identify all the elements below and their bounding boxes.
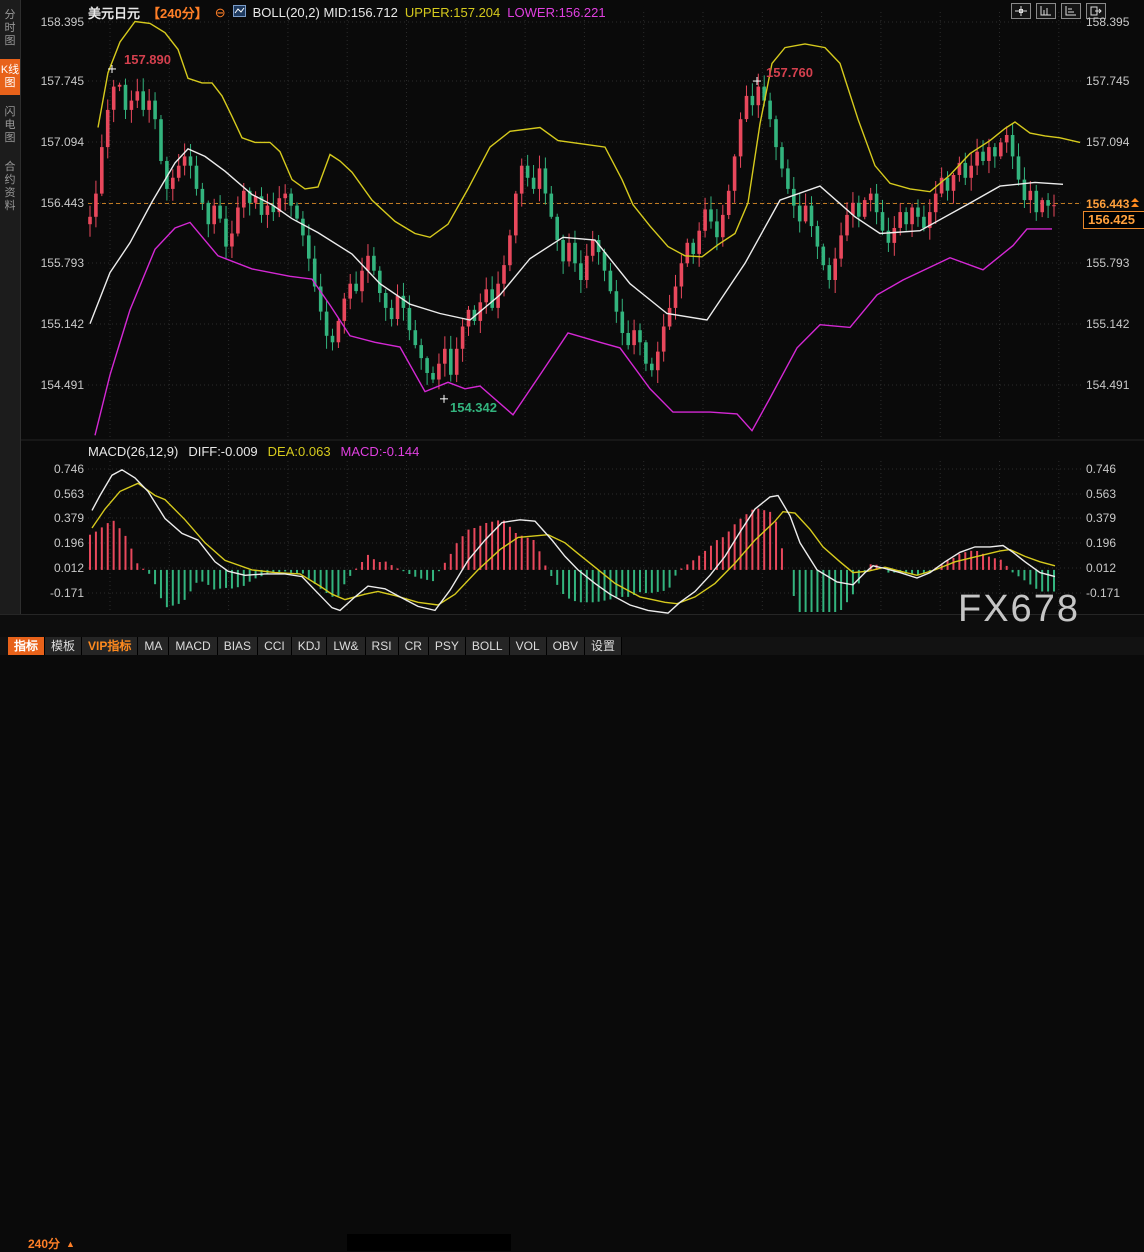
svg-text:157.760: 157.760 [766,65,813,80]
macd-axis-label-right: 0.379 [1086,512,1116,524]
toolbar-item-CR[interactable]: CR [399,637,429,655]
sidebar-item-3[interactable]: 合约资料 [0,156,20,218]
toolbar-item-MACD[interactable]: MACD [169,637,217,655]
sidebar-item-1[interactable]: K线图 [0,59,20,95]
period-badge[interactable]: 【240分】 [147,3,208,22]
price-axis-label-right: 154.491 [1086,379,1129,391]
zoom-out-axis-icon[interactable] [1061,3,1081,19]
macd-axis-label-left: 0.563 [24,488,84,500]
price-axis-label-left: 155.142 [24,318,84,330]
price-axis-label-left: 157.745 [24,75,84,87]
macd-diff-value: DIFF:-0.009 [188,444,257,459]
redacted-box [347,1234,511,1251]
toolbar-item-VOL[interactable]: VOL [510,637,547,655]
collapse-circle-icon[interactable]: ⊖ [215,6,226,19]
price-axis-label-left: 158.395 [24,16,84,28]
toolbar-item-BOLL[interactable]: BOLL [466,637,510,655]
chart-canvas: 157.890 157.760 154.342 [0,0,1144,614]
svg-text:154.342: 154.342 [450,400,497,415]
price-axis-label-left: 155.793 [24,257,84,269]
price-axis-label-right: 155.142 [1086,318,1129,330]
macd-axis-label-left: 0.379 [24,512,84,524]
macd-axis-label-right: 0.563 [1086,488,1116,500]
sidebar: 分时图 K线图闪电图合约资料 [0,0,21,655]
macd-lines [92,470,1055,613]
price-axis-label-right: 157.745 [1086,75,1129,87]
gridlines [0,12,1144,612]
macd-axis-label-right: 0.012 [1086,562,1116,574]
indicator-toolbar: 指标模板VIP指标MAMACDBIASCCIKDJLW&RSICRPSYBOLL… [0,637,1144,655]
macd-axis-label-left: 0.196 [24,537,84,549]
sidebar-item-0[interactable]: 分时图 [0,4,20,53]
toolbar-item-KDJ[interactable]: KDJ [292,637,328,655]
price-axis-label-right: 155.793 [1086,257,1129,269]
toolbar-item-RSI[interactable]: RSI [366,637,399,655]
macd-axis-label-right: -0.171 [1086,587,1120,599]
macd-header: MACD(26,12,9) DIFF:-0.009 DEA:0.063 MACD… [88,444,419,459]
svg-text:157.890: 157.890 [124,52,171,67]
boll-mid-value: BOLL(20,2) MID:156.712 [253,5,398,20]
macd-axis-label-left: -0.171 [24,587,84,599]
toolbar-item-CCI[interactable]: CCI [258,637,292,655]
boll-upper-value: UPPER:157.204 [405,5,500,20]
symbol-title: 美元日元 [88,3,140,22]
price-axis-label-left: 154.491 [24,379,84,391]
up-triangle-icon: ▲ [66,1239,75,1249]
toolbar-item-MA[interactable]: MA [138,637,169,655]
timeframe-indicator[interactable]: 240分 ▲ [28,1235,75,1252]
trading-app-window: 157.890 157.760 154.342 分时图 K线图闪电图合约资料 美元日元… [0,0,1144,655]
boll-lower-value: LOWER:156.221 [507,5,605,20]
price-axis-label-left: 156.443 [24,197,84,209]
toolbar-item-设置[interactable]: 设置 [585,637,622,655]
toolbar-item-OBV[interactable]: OBV [547,637,585,655]
sidebar-item-2[interactable]: 闪电图 [0,101,20,150]
mini-chart-icon[interactable] [233,5,246,20]
macd-axis-label-right: 0.746 [1086,463,1116,475]
toolbar-item-模板[interactable]: 模板 [45,637,82,655]
toolbar-item-LW&[interactable]: LW& [327,637,365,655]
macd-axis-label-left: 0.746 [24,463,84,475]
macd-axis-label-left: 0.012 [24,562,84,574]
macd-axis-label-right: 0.196 [1086,537,1116,549]
toolbar-item-BIAS[interactable]: BIAS [218,637,258,655]
watermark: FX678 [958,588,1080,631]
crosshair-icon[interactable] [1011,3,1031,19]
price-axis-label-right: 157.094 [1086,136,1129,148]
level-price-label: 156.443 [1086,197,1129,211]
toolbar-item-PSY[interactable]: PSY [429,637,466,655]
macd-macd-value: MACD:-0.144 [341,444,420,459]
toolbar-item-VIP指标[interactable]: VIP指标 [82,637,138,655]
macd-params: MACD(26,12,9) [88,444,178,459]
price-axis-label-right: 158.395 [1086,16,1129,28]
price-marker-icon[interactable] [1129,196,1141,214]
price-axis-label-left: 157.094 [24,136,84,148]
zoom-in-axis-icon[interactable] [1036,3,1056,19]
chart-header: 美元日元 【240分】 ⊖ BOLL(20,2) MID:156.712 UPP… [88,3,606,22]
macd-dea-value: DEA:0.063 [268,444,331,459]
toolbar-item-指标[interactable]: 指标 [8,637,45,655]
macd-histogram [90,509,1054,612]
